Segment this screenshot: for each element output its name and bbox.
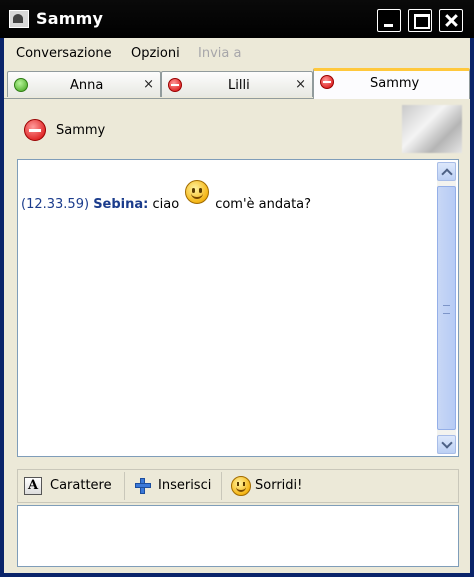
plus-icon [134,477,152,495]
message-text: ciao [152,197,180,212]
online-status-icon [14,78,28,92]
maximize-button[interactable] [408,9,432,32]
smiley-icon [231,476,251,496]
menu-opzioni-label: Opzioni [131,46,180,61]
conversation-history[interactable]: (12.33.59) Sebina: ciao com'è andata? [17,159,459,457]
busy-status-icon [24,119,46,141]
toolbar-divider [124,472,125,500]
smiley-emoticon-icon [185,180,210,204]
buddy-avatar[interactable] [402,105,462,153]
close-tab-icon[interactable]: × [295,77,306,92]
scroll-down-icon[interactable] [437,435,456,454]
insert-button-label: Inserisci [158,478,212,493]
menu-conversazione-label: Conversazione [16,46,112,61]
smile-button[interactable]: Sorridi! [225,470,317,502]
scroll-up-icon[interactable] [437,162,456,181]
font-button-label: Carattere [50,478,112,493]
chat-message: (12.33.59) Sebina: ciao com'è andata? [21,180,312,212]
tab-sammy[interactable]: Sammy [313,68,470,99]
menu-invia-a-label: Invia a [198,46,242,61]
message-text: com'è andata? [215,197,312,212]
smile-button-label: Sorridi! [255,478,303,493]
menu-conversazione[interactable]: Conversazione [16,46,112,61]
scrollbar-thumb[interactable] [437,186,456,430]
tab-anna[interactable]: Anna × [7,71,161,97]
toolbar-divider [221,472,222,500]
tab-lilli[interactable]: Lilli × [161,71,313,97]
message-input[interactable] [17,505,459,567]
message-time: (12.33.59) [21,197,90,212]
insert-button[interactable]: Inserisci [128,470,220,502]
conversation-tabs: Anna × Lilli × Sammy [4,68,470,99]
busy-status-icon [320,75,334,89]
menu-invia-a[interactable]: Invia a [198,46,241,61]
menu-opzioni[interactable]: Opzioni [131,46,180,61]
window-client: Conversazione Opzioni Invia a Anna × Lil… [4,38,470,573]
font-button[interactable]: A Carattere [18,470,122,502]
chat-window: Sammy Conversazione Opzioni Invia a Anna… [0,0,474,577]
contact-name: Sammy [56,123,106,138]
close-tab-icon[interactable]: × [143,77,154,92]
app-icon[interactable] [9,10,29,28]
close-button[interactable] [439,9,463,32]
tab-label: Sammy [370,76,420,91]
menu-bar: Conversazione Opzioni Invia a [4,38,470,68]
busy-status-icon [168,78,182,92]
window-title: Sammy [36,9,104,28]
format-toolbar: A Carattere Inserisci Sorridi! [17,469,459,503]
font-icon: A [24,477,42,495]
minimize-button[interactable] [377,9,401,32]
tab-label: Anna [70,78,104,93]
tab-label: Lilli [228,78,250,93]
contact-header: Sammy [4,99,470,159]
message-sender: Sebina: [93,197,149,212]
vertical-scrollbar[interactable] [437,162,456,454]
title-bar[interactable]: Sammy [0,0,474,38]
